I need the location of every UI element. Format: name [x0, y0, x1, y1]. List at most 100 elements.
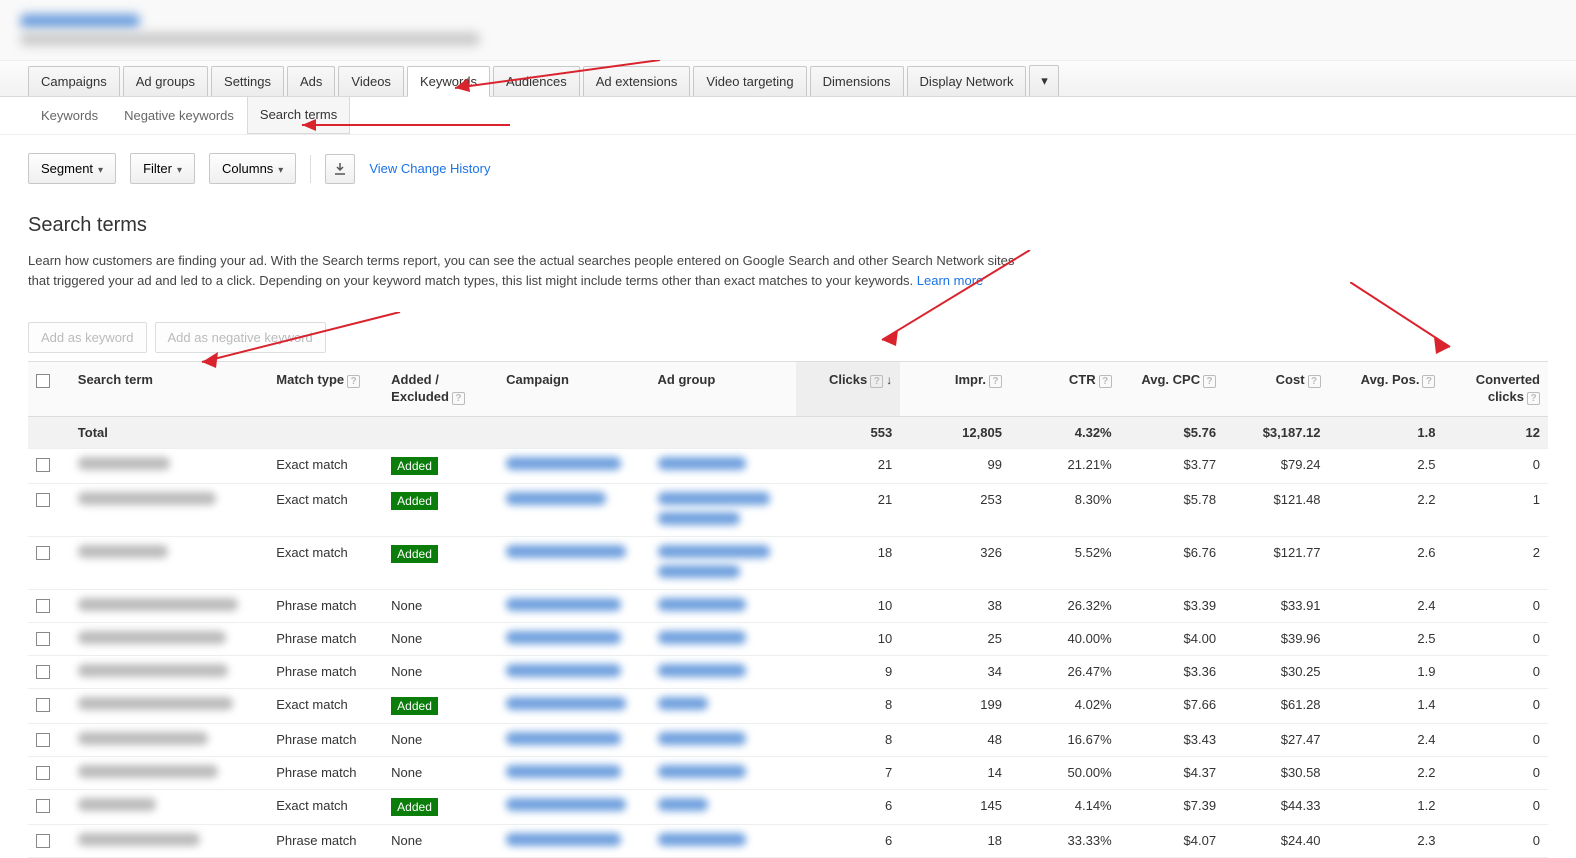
- cell-campaign[interactable]: [498, 789, 649, 824]
- learn-more-link[interactable]: Learn more: [917, 273, 983, 288]
- cell-search-term: [70, 688, 268, 723]
- subtab-negative-keywords[interactable]: Negative keywords: [111, 97, 247, 134]
- tab-videos[interactable]: Videos: [338, 66, 404, 96]
- cell-ctr: 26.32%: [1010, 589, 1120, 622]
- segment-button[interactable]: Segment: [28, 153, 116, 184]
- cell-ad-group[interactable]: [650, 688, 796, 723]
- cell-campaign[interactable]: [498, 536, 649, 589]
- tab-display-network[interactable]: Display Network: [907, 66, 1027, 96]
- table-row: Phrase matchNone103826.32%$3.39$33.912.4…: [28, 589, 1548, 622]
- cell-converted-clicks: 0: [1443, 824, 1548, 857]
- col-campaign[interactable]: Campaign: [498, 362, 649, 417]
- col-clicks[interactable]: Clicks?↓: [796, 362, 900, 417]
- help-icon[interactable]: ?: [1099, 375, 1112, 388]
- cell-campaign[interactable]: [498, 688, 649, 723]
- cell-campaign[interactable]: [498, 655, 649, 688]
- cell-campaign[interactable]: [498, 723, 649, 756]
- help-icon[interactable]: ?: [1422, 375, 1435, 388]
- cell-campaign[interactable]: [498, 756, 649, 789]
- row-checkbox[interactable]: [36, 493, 50, 507]
- col-avg_cpc[interactable]: Avg. CPC?: [1120, 362, 1224, 417]
- col-search_term[interactable]: Search term: [70, 362, 268, 417]
- cell-converted-clicks: 0: [1443, 756, 1548, 789]
- row-checkbox[interactable]: [36, 799, 50, 813]
- help-icon[interactable]: ?: [1203, 375, 1216, 388]
- row-checkbox[interactable]: [36, 632, 50, 646]
- help-icon[interactable]: ?: [1527, 392, 1540, 405]
- cell-clicks: 18: [796, 536, 900, 589]
- row-checkbox[interactable]: [36, 599, 50, 613]
- cell-match-type: Phrase match: [268, 756, 383, 789]
- cell-ctr: 5.52%: [1010, 536, 1120, 589]
- add-as-negative-keyword-button[interactable]: Add as negative keyword: [155, 322, 326, 353]
- col-converted_clicks[interactable]: Converted clicks?: [1443, 362, 1548, 417]
- col-impr[interactable]: Impr.?: [900, 362, 1010, 417]
- tab-settings[interactable]: Settings: [211, 66, 284, 96]
- download-button[interactable]: [325, 154, 355, 184]
- cell-avg-cpc: $7.66: [1120, 688, 1224, 723]
- cell-ad-group[interactable]: [650, 655, 796, 688]
- help-icon[interactable]: ?: [452, 392, 465, 405]
- help-icon[interactable]: ?: [347, 375, 360, 388]
- add-as-keyword-button[interactable]: Add as keyword: [28, 322, 147, 353]
- tab-ad-extensions[interactable]: Ad extensions: [583, 66, 691, 96]
- row-checkbox[interactable]: [36, 458, 50, 472]
- col-ctr[interactable]: CTR?: [1010, 362, 1120, 417]
- row-checkbox[interactable]: [36, 546, 50, 560]
- page-title: Search terms: [28, 214, 1548, 237]
- tab-keywords[interactable]: Keywords: [407, 66, 490, 97]
- cell-campaign[interactable]: [498, 448, 649, 483]
- row-checkbox[interactable]: [36, 834, 50, 848]
- tab-audiences[interactable]: Audiences: [493, 66, 580, 96]
- cell-ad-group[interactable]: [650, 622, 796, 655]
- tab-video-targeting[interactable]: Video targeting: [693, 66, 806, 96]
- cell-ad-group[interactable]: [650, 448, 796, 483]
- cell-campaign[interactable]: [498, 589, 649, 622]
- col-cost[interactable]: Cost?: [1224, 362, 1328, 417]
- filter-button[interactable]: Filter: [130, 153, 195, 184]
- tab-ads[interactable]: Ads: [287, 66, 335, 96]
- row-checkbox[interactable]: [36, 698, 50, 712]
- cell-cost: $39.96: [1224, 622, 1328, 655]
- help-icon[interactable]: ?: [870, 375, 883, 388]
- cell-search-term: [70, 589, 268, 622]
- subtab-keywords[interactable]: Keywords: [28, 97, 111, 134]
- cell-cost: $61.28: [1224, 688, 1328, 723]
- select-all-checkbox[interactable]: [36, 374, 50, 388]
- help-icon[interactable]: ?: [1308, 375, 1321, 388]
- cell-campaign[interactable]: [498, 824, 649, 857]
- cell-ad-group[interactable]: [650, 789, 796, 824]
- cell-ad-group[interactable]: [650, 723, 796, 756]
- cell-impr: 18: [900, 824, 1010, 857]
- cell-ad-group[interactable]: [650, 589, 796, 622]
- col-added_excluded[interactable]: Added / Excluded?: [383, 362, 498, 417]
- view-change-history-link[interactable]: View Change History: [369, 161, 490, 176]
- tab-ad-groups[interactable]: Ad groups: [123, 66, 208, 96]
- col-checkbox[interactable]: [28, 362, 70, 417]
- cell-added-excluded: None: [383, 622, 498, 655]
- cell-ad-group[interactable]: [650, 536, 796, 589]
- cell-avg-pos: 2.5: [1329, 448, 1444, 483]
- col-avg_pos[interactable]: Avg. Pos.?: [1329, 362, 1444, 417]
- row-checkbox[interactable]: [36, 766, 50, 780]
- tab-more-dropdown[interactable]: ▾: [1029, 65, 1059, 96]
- col-match_type[interactable]: Match type?: [268, 362, 383, 417]
- columns-button[interactable]: Columns: [209, 153, 296, 184]
- added-none: None: [391, 598, 422, 613]
- col-ad_group[interactable]: Ad group: [650, 362, 796, 417]
- tab-campaigns[interactable]: Campaigns: [28, 66, 120, 96]
- cell-ad-group[interactable]: [650, 483, 796, 536]
- help-icon[interactable]: ?: [989, 375, 1002, 388]
- cell-campaign[interactable]: [498, 483, 649, 536]
- row-checkbox[interactable]: [36, 665, 50, 679]
- tab-dimensions[interactable]: Dimensions: [810, 66, 904, 96]
- cell-avg-cpc: $7.39: [1120, 789, 1224, 824]
- cell-ad-group[interactable]: [650, 756, 796, 789]
- table-total-row: Total55312,8054.32%$5.76$3,187.121.812: [28, 416, 1548, 448]
- cell-match-type: Exact match: [268, 688, 383, 723]
- subtab-search-terms[interactable]: Search terms: [247, 97, 350, 134]
- row-checkbox[interactable]: [36, 733, 50, 747]
- cell-campaign[interactable]: [498, 622, 649, 655]
- cell-ad-group[interactable]: [650, 824, 796, 857]
- cell-impr: 38: [900, 589, 1010, 622]
